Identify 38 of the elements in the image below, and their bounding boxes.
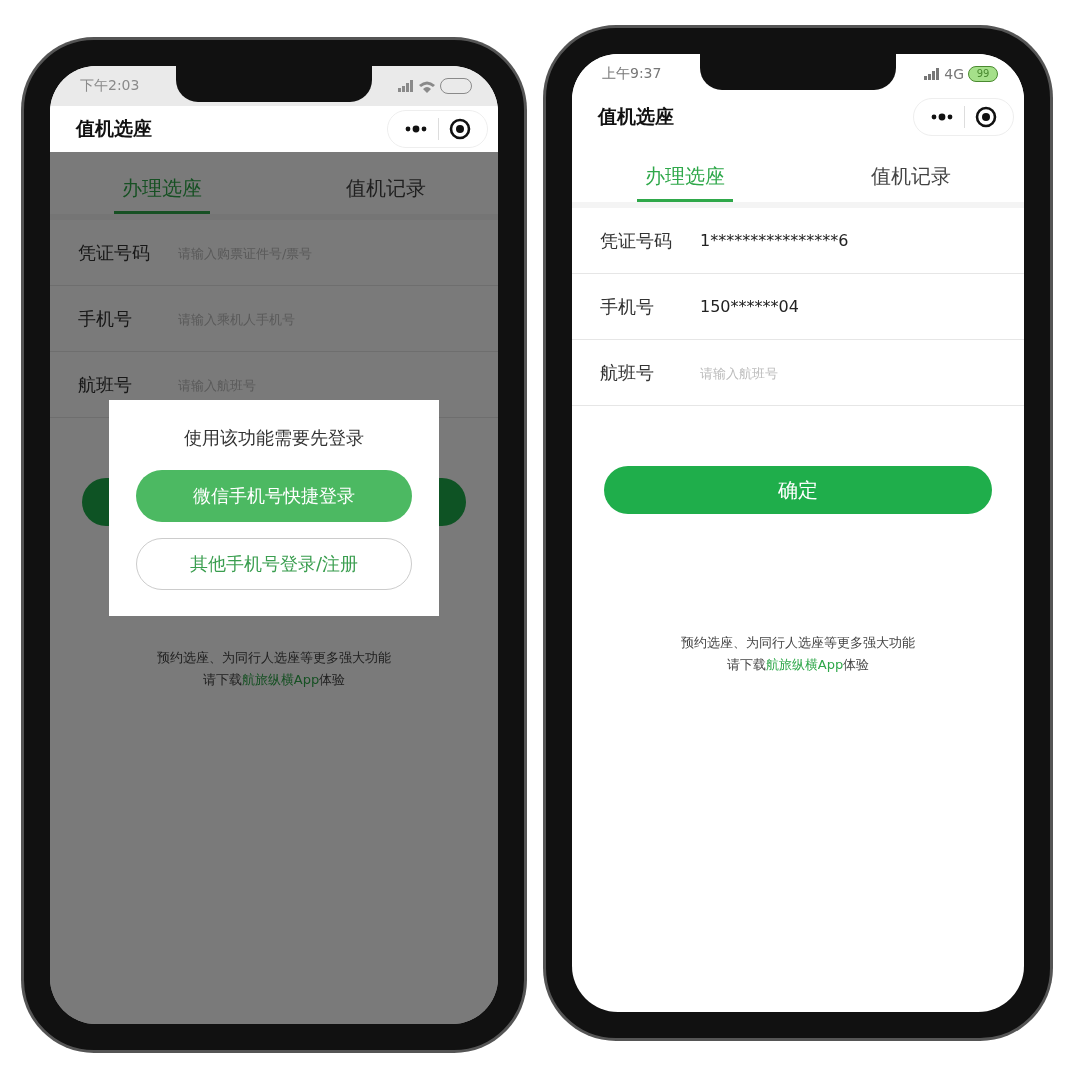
promo-text: 预约选座、为同行人选座等更多强大功能 — [157, 649, 391, 667]
promo-text: 请下载 — [726, 657, 766, 672]
network-label: 4G — [944, 66, 964, 82]
wechat-login-button[interactable]: 微信手机号快捷登录 — [136, 470, 412, 522]
target-icon — [975, 106, 997, 128]
input-field[interactable]: 请输入航班号 — [698, 362, 1024, 383]
field-label: 航班号 — [78, 372, 133, 397]
more-icon — [404, 125, 428, 133]
dialog-message: 使用该功能需要先登录 — [184, 426, 364, 450]
field-label: 凭证号码 — [78, 240, 151, 265]
promo-text: 体验 — [843, 657, 870, 672]
signal-icon — [398, 80, 414, 92]
page-title: 值机选座 — [598, 104, 674, 129]
input-field[interactable]: 150******04 — [698, 296, 1024, 317]
more-icon — [930, 113, 954, 121]
app-link[interactable]: 航旅纵横App — [765, 657, 844, 672]
input-field[interactable]: 1****************6 — [698, 230, 1024, 251]
app-link[interactable]: 航旅纵横App — [241, 672, 320, 687]
signal-icon — [924, 68, 941, 80]
field-label: 航班号 — [600, 360, 655, 385]
status-time: 上午9:37 — [602, 65, 662, 83]
page-title: 值机选座 — [76, 116, 152, 141]
field-label: 凭证号码 — [600, 228, 673, 253]
tab[interactable]: 值机记录 — [338, 152, 434, 214]
tab[interactable]: 办理选座 — [637, 140, 733, 202]
phone-login-button[interactable]: 其他手机号登录/注册 — [136, 538, 412, 590]
tab[interactable]: 办理选座 — [114, 152, 210, 214]
battery-indicator: 99 — [968, 66, 998, 82]
promo-text: 预约选座、为同行人选座等更多强大功能 — [681, 634, 915, 652]
promo-text: 请下载 — [202, 672, 242, 687]
status-time: 下午2:03 — [80, 77, 140, 95]
target-icon — [449, 118, 471, 140]
field-label: 手机号 — [600, 294, 655, 319]
field-label: 手机号 — [78, 306, 133, 331]
tab[interactable]: 值机记录 — [863, 140, 959, 202]
wifi-icon — [418, 79, 436, 93]
confirm-button[interactable]: 确定 — [604, 466, 992, 514]
promo-text: 体验 — [319, 672, 346, 687]
